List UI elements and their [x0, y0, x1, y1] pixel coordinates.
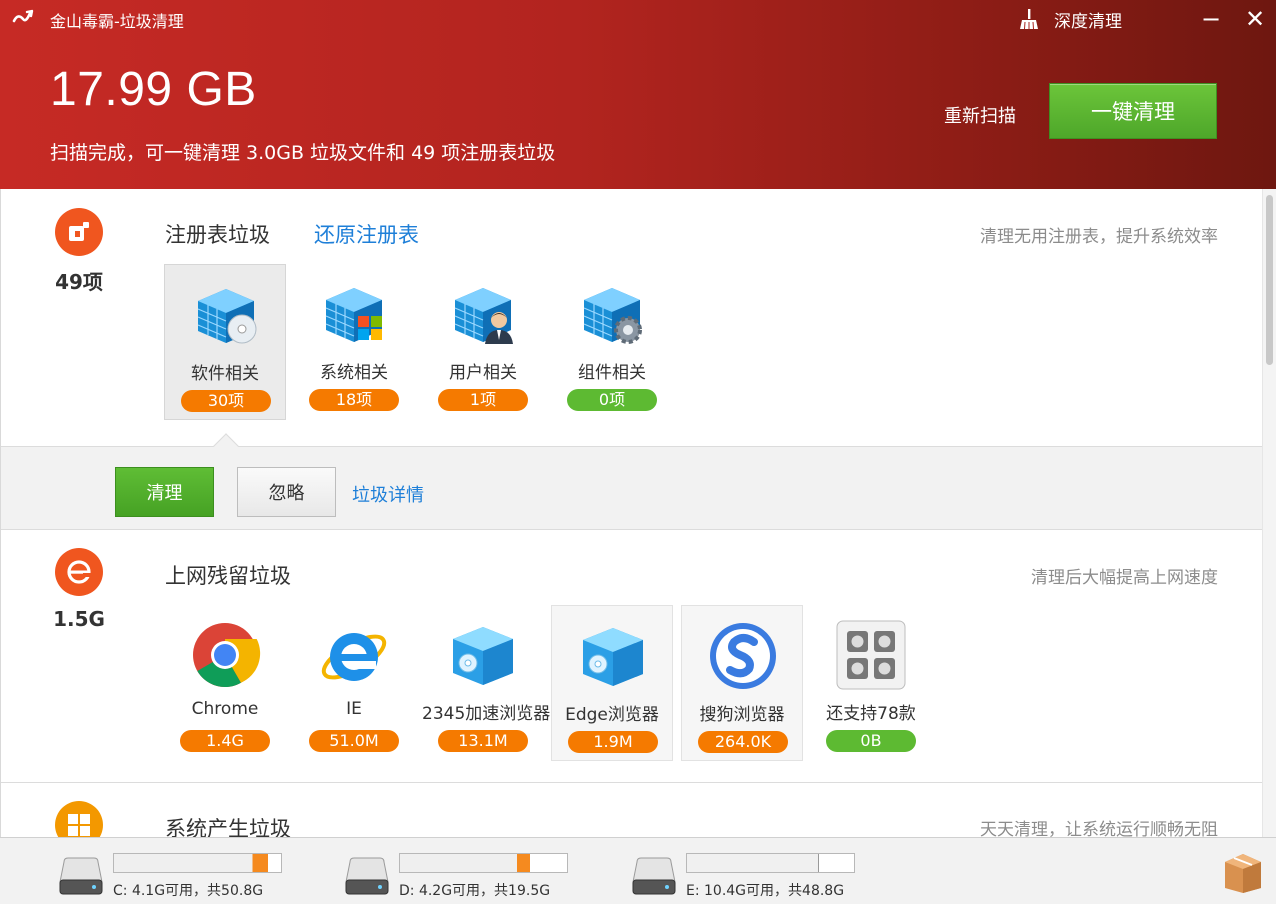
web-hint: 清理后大幅提高上网速度 — [1031, 568, 1218, 588]
scan-summary: 扫描完成，可一键清理 3.0GB 垃圾文件和 49 项注册表垃圾 — [50, 142, 556, 164]
drive-usage-fill — [687, 854, 819, 872]
system-section-title: 系统产生垃圾 — [165, 817, 291, 837]
tile-badge: 51.0M — [309, 730, 399, 752]
hard-drive-icon — [632, 857, 676, 895]
drive-c: C: 4.1G可用，共50.8G — [58, 850, 298, 900]
tile-label: 组件相关 — [578, 363, 646, 383]
ie-logo-icon — [67, 560, 91, 584]
tile-label: 2345加速浏览器 — [422, 704, 551, 724]
tile-label: 软件相关 — [191, 364, 259, 384]
registry-gear-icon — [583, 288, 642, 344]
registry-count: 49项 — [55, 270, 103, 294]
drive-usage-fill — [400, 854, 531, 872]
web-junk-size: 1.5G — [53, 607, 105, 631]
app-title: 金山毒霸-垃圾清理 — [50, 12, 184, 31]
registry-windows-icon — [325, 288, 382, 342]
restore-registry-link[interactable]: 还原注册表 — [314, 219, 419, 249]
title-bar: 金山毒霸-垃圾清理 深度清理 − ✕ — [0, 0, 1276, 36]
tile-badge: 0项 — [567, 389, 657, 411]
browser-cube-icon — [583, 628, 643, 686]
sogou-icon — [710, 623, 776, 689]
drive-e: E: 10.4G可用，共48.8G — [631, 850, 871, 900]
registry-section-title: 注册表垃圾 — [165, 223, 270, 247]
tile-badge: 1.9M — [568, 731, 658, 753]
drive-usage-fill — [114, 854, 268, 872]
header-banner: 金山毒霸-垃圾清理 深度清理 − ✕ 17.99 GB 扫描完成，可一键清理 3… — [0, 0, 1276, 189]
registry-cd-icon — [197, 289, 257, 344]
browser-cube-icon — [453, 627, 513, 685]
minimize-button[interactable]: − — [1196, 4, 1226, 34]
browser-item-edge[interactable]: Edge浏览器 1.9M — [551, 605, 673, 761]
tile-badge: 264.0K — [698, 731, 788, 753]
deep-clean-label: 深度清理 — [1054, 11, 1122, 32]
hard-drive-icon — [59, 857, 103, 895]
vertical-scrollbar[interactable] — [1262, 189, 1276, 837]
tile-label: 还支持78款 — [826, 704, 916, 724]
registry-item-software[interactable]: 软件相关 30项 — [164, 264, 286, 420]
tile-label: Chrome — [191, 699, 259, 719]
registry-icon — [69, 222, 89, 241]
app-logo-icon — [12, 9, 34, 23]
registry-item-system[interactable]: 系统相关 18项 — [293, 264, 415, 420]
tile-badge: 18项 — [309, 389, 399, 411]
drive-usage-bar — [686, 853, 855, 873]
web-section-icon — [55, 548, 103, 596]
rescan-link[interactable]: 重新扫描 — [944, 102, 1016, 128]
windows-icon — [68, 814, 90, 836]
browser-item-chrome[interactable]: Chrome 1.4G — [164, 605, 286, 761]
junk-category-list[interactable]: 49项 注册表垃圾 还原注册表 清理无用注册表，提升系统效率 软件相关 30项 … — [0, 189, 1262, 837]
tile-label: 用户相关 — [449, 363, 517, 383]
registry-item-component[interactable]: 组件相关 0项 — [551, 264, 673, 420]
drive-label: C: 4.1G可用，共50.8G — [113, 883, 264, 899]
drive-label: D: 4.2G可用，共19.5G — [399, 883, 551, 899]
registry-section-icon — [55, 208, 103, 256]
section-divider — [1, 782, 1262, 783]
tile-badge: 1.4G — [180, 730, 270, 752]
hard-drive-icon — [345, 857, 389, 895]
scrollbar-thumb[interactable] — [1266, 195, 1273, 365]
junk-details-link[interactable]: 垃圾详情 — [352, 481, 424, 507]
browser-item-more[interactable]: 还支持78款 0B — [810, 605, 932, 761]
drive-d: D: 4.2G可用，共19.5G — [344, 850, 584, 900]
ie-icon — [321, 633, 387, 681]
deep-clean-button[interactable]: 深度清理 — [1018, 6, 1122, 32]
one-click-clean-button[interactable]: 一键清理 — [1049, 83, 1217, 139]
system-section-icon — [55, 801, 103, 837]
registry-item-user[interactable]: 用户相关 1项 — [422, 264, 544, 420]
drive-label: E: 10.4G可用，共48.8G — [686, 883, 845, 899]
browser-item-sogou[interactable]: 搜狗浏览器 264.0K — [681, 605, 803, 761]
tile-badge: 30项 — [181, 390, 271, 412]
system-hint: 天天清理，让系统运行顺畅无阻 — [980, 820, 1218, 837]
registry-hint: 清理无用注册表，提升系统效率 — [980, 227, 1218, 247]
drive-usage-bar — [113, 853, 282, 873]
registry-user-icon — [454, 288, 513, 344]
tile-badge: 13.1M — [438, 730, 528, 752]
ignore-button[interactable]: 忽略 — [237, 467, 336, 517]
tile-label: IE — [346, 699, 362, 719]
disk-status-bar: C: 4.1G可用，共50.8G D: 4.2G可用，共19.5G E: 10.… — [0, 837, 1276, 904]
browser-item-2345[interactable]: 2345加速浏览器 13.1M — [422, 605, 551, 761]
toolbox-icon[interactable] — [1222, 848, 1264, 894]
tile-badge: 1项 — [438, 389, 528, 411]
close-button[interactable]: ✕ — [1240, 4, 1270, 34]
drive-usage-bar — [399, 853, 568, 873]
tile-badge: 0B — [826, 730, 916, 752]
registry-action-bar: 清理 忽略 垃圾详情 — [1, 446, 1262, 530]
tile-label: Edge浏览器 — [565, 705, 659, 725]
tile-label: 系统相关 — [320, 363, 388, 383]
web-section-title: 上网残留垃圾 — [165, 564, 291, 588]
chrome-icon — [193, 623, 261, 687]
clean-button[interactable]: 清理 — [115, 467, 214, 517]
broom-icon — [1020, 9, 1038, 30]
total-junk-size: 17.99 GB — [50, 63, 257, 116]
tile-label: 搜狗浏览器 — [699, 705, 785, 725]
more-browsers-icon — [836, 620, 906, 690]
browser-item-ie[interactable]: IE 51.0M — [293, 605, 415, 761]
